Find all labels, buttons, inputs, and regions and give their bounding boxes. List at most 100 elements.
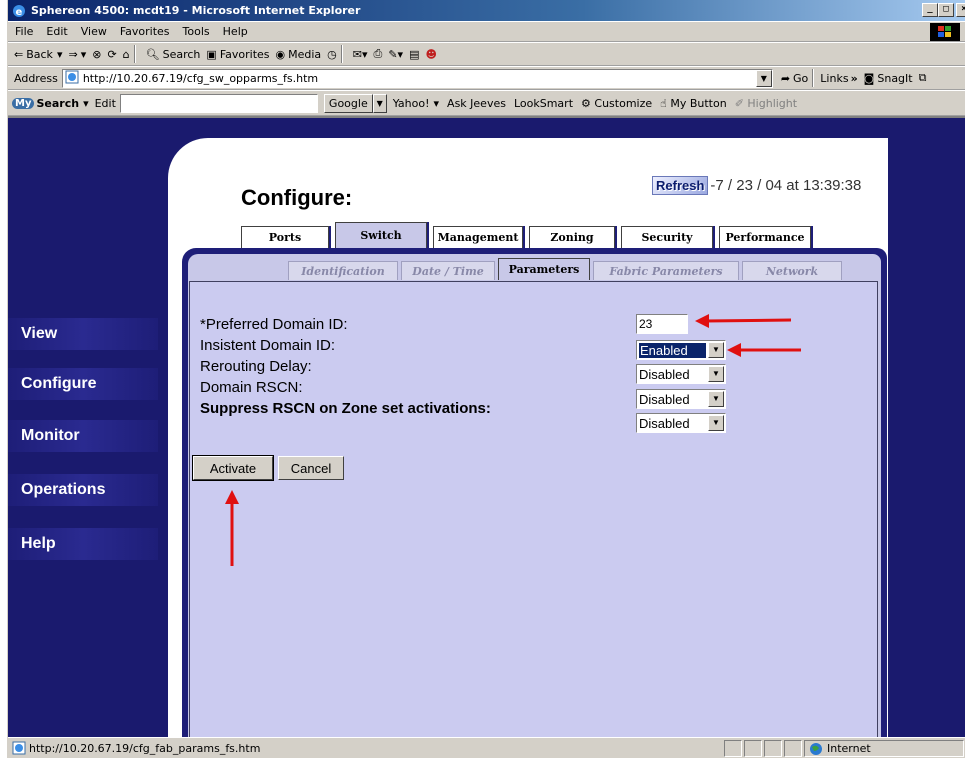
discuss-icon[interactable]: ▤ [409,48,419,61]
main-tabs: Ports Switch Management Zoning Security … [241,222,817,248]
tab-security[interactable]: Security [621,226,713,248]
customize-button[interactable]: ⚙ Customize [581,97,652,110]
address-dropdown-icon[interactable]: ▼ [755,69,772,87]
tab-performance[interactable]: Performance [719,226,811,248]
mail-icon[interactable]: ✉▾ [353,48,368,61]
globe-icon [810,742,822,755]
address-label: Address [14,71,58,85]
status-cells: Internet [724,740,965,757]
rerouting-delay-select[interactable]: Disabled ▼ [636,364,726,384]
mybutton-button[interactable]: ☝ My Button [660,97,727,110]
menu-edit[interactable]: Edit [46,25,67,38]
tab-ports[interactable]: Ports [241,226,329,248]
status-url: http://10.20.67.19/cfg_fab_params_fs.htm [29,741,261,755]
search-input[interactable] [119,93,318,113]
refresh-button[interactable]: Refresh [652,176,709,195]
customize-icon: ⚙ [581,96,591,110]
preferred-domain-input[interactable]: 23 [636,314,688,334]
menu-file[interactable]: File [15,25,33,38]
edit-button[interactable]: Edit [95,97,116,110]
dropdown-icon: ▾ [83,96,89,110]
highlight-button[interactable]: ✐ Highlight [735,97,797,110]
camera-icon: ◙ [863,71,875,85]
tab-zoning[interactable]: Zoning [529,226,615,248]
google-button[interactable]: Google [323,93,373,113]
chevron-down-icon[interactable]: ▼ [708,415,724,431]
nav-view[interactable]: View [8,318,158,350]
suppress-rscn-select[interactable]: Disabled ▼ [636,413,726,433]
toolbar-separator [133,45,136,63]
search-toolbar: My Search ▾ Edit Google ▼ Yahoo! ▾ Ask Jee… [8,90,965,116]
mysearch-button[interactable]: My Search ▾ [12,97,89,110]
snagit-button[interactable]: ◙ SnagIt [864,72,913,85]
go-button[interactable]: ➦ Go [781,72,808,85]
highlighter-icon: ✐ [734,96,744,110]
go-arrow-icon: ➦ [780,71,791,85]
cancel-button[interactable]: Cancel [278,456,344,480]
yahoo-dropdown-icon[interactable]: ▾ [434,97,440,110]
subtab-date-time[interactable]: Date / Time [401,261,495,280]
menu-view[interactable]: View [81,25,107,38]
title-bar: e Sphereon 4500: mcdt19 - Microsoft Inte… [8,0,965,21]
edit-icon[interactable]: ✎▾ [388,48,403,61]
nav-monitor[interactable]: Monitor [8,420,158,452]
yahoo-button[interactable]: Yahoo! [393,97,430,110]
askjeeves-button[interactable]: Ask Jeeves [447,97,506,110]
menu-favorites[interactable]: Favorites [120,25,170,38]
subtab-fabric-parameters[interactable]: Fabric Parameters [593,261,739,280]
looksmart-button[interactable]: LookSmart [514,97,573,110]
security-zone: Internet [804,740,964,757]
nav-configure[interactable]: Configure [8,368,158,400]
subtab-identification[interactable]: Identification [288,261,398,280]
stop-icon[interactable]: ⊗ [92,48,101,61]
menu-help[interactable]: Help [223,25,248,38]
forward-button[interactable]: ⇒ ▾ [68,48,86,61]
standard-toolbar: ⇐ Back ▾ ⇒ ▾ ⊗ ⟳ ⌂ 🔍︎ Search ▣ Favorites ◉ Med… [8,42,965,66]
status-cell [784,740,802,757]
favorites-button[interactable]: ▣ Favorites [206,48,269,61]
home-icon[interactable]: ⌂ [123,48,130,61]
maximize-button[interactable]: □ [938,3,954,17]
chevron-down-icon[interactable]: ▼ [708,391,724,407]
media-button[interactable]: ◉ Media [276,48,322,61]
snagit-window-icon[interactable]: ⧉ [919,71,927,85]
close-button[interactable]: × [956,3,965,17]
domain-rscn-label: Domain RSCN: [200,379,303,396]
nav-help[interactable]: Help [8,528,158,560]
refresh-timestamp: -7 / 23 / 04 at 13:39:38 [710,177,862,194]
annotation-arrow-icon [791,330,851,360]
back-arrow-icon: ⇐ [14,47,24,61]
minimize-button[interactable]: _ [922,3,938,17]
messenger-icon[interactable]: ☻ [426,48,437,61]
tab-switch[interactable]: Switch [335,222,427,248]
forward-arrow-icon: ⇒ [68,47,78,61]
page-icon [65,70,79,87]
google-dropdown-icon[interactable]: ▼ [372,93,387,113]
dropdown-icon: ▾ [56,47,63,61]
nav-operations[interactable]: Operations [8,474,158,506]
subtab-parameters[interactable]: Parameters [498,258,590,280]
print-icon[interactable]: ⎙ [374,47,383,61]
links-button[interactable]: Links» [820,72,857,85]
form-labels: *Preferred Domain ID: Insistent Domain I… [200,314,491,419]
sub-tabs: Identification Date / Time Parameters Fa… [288,258,845,280]
refresh-icon[interactable]: ⟳ [107,48,116,61]
address-bar: Address http://10.20.67.19/cfg_sw_opparm… [8,66,965,90]
windows-logo-icon [930,23,960,41]
status-message: http://10.20.67.19/cfg_fab_params_fs.htm [12,741,260,755]
chevron-down-icon[interactable]: ▼ [708,366,724,382]
tab-management[interactable]: Management [433,226,523,248]
address-input[interactable]: http://10.20.67.19/cfg_sw_opparms_fs.htm… [61,68,773,88]
refresh-area: Refresh -7 / 23 / 04 at 13:39:38 [652,176,861,195]
browser-window: e Sphereon 4500: mcdt19 - Microsoft Inte… [7,0,965,758]
activate-button[interactable]: Activate [192,455,274,481]
preferred-domain-label: *Preferred Domain ID: [200,316,348,333]
search-button[interactable]: 🔍︎ Search [146,48,201,61]
domain-rscn-select[interactable]: Disabled ▼ [636,389,726,409]
back-button[interactable]: ⇐ Back ▾ [14,48,62,61]
subtab-network[interactable]: Network [742,261,842,280]
menu-tools[interactable]: Tools [183,25,210,38]
svg-text:e: e [16,7,23,18]
history-icon[interactable]: ◷ [327,48,337,61]
status-cell [744,740,762,757]
